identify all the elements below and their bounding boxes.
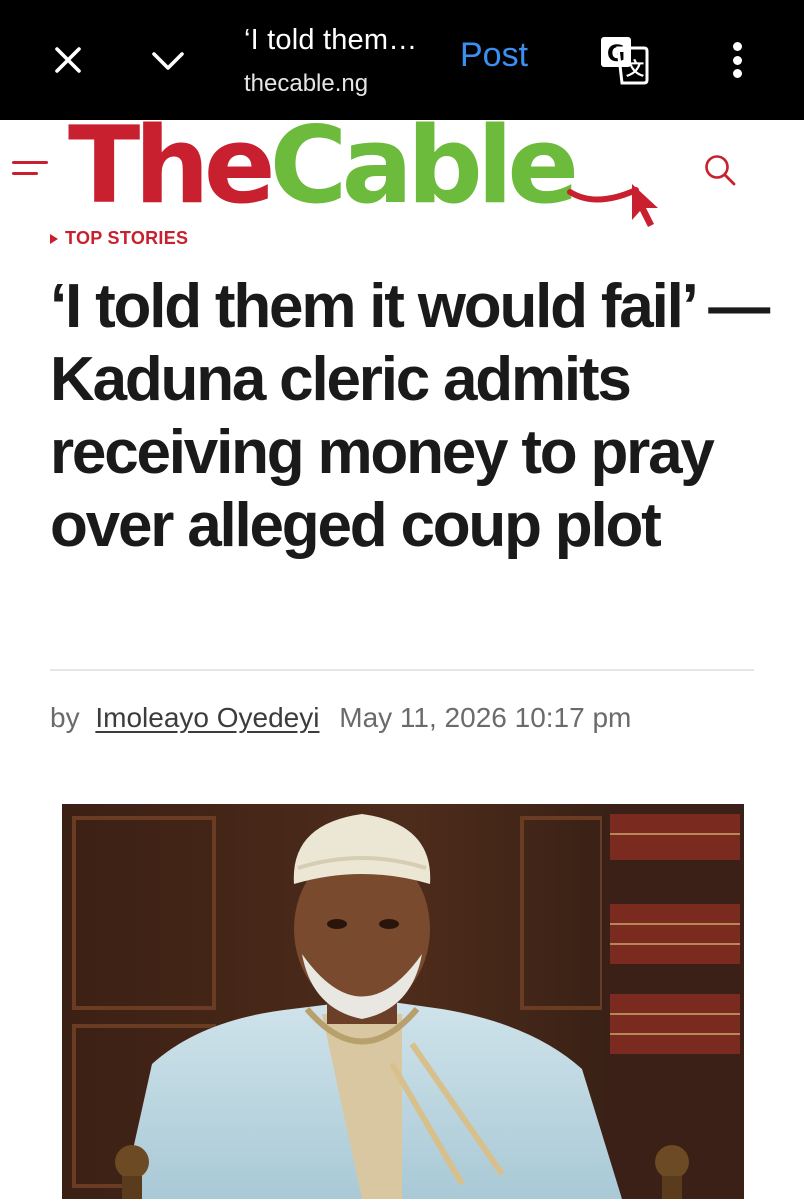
publish-date: May 11, 2026 10:17 pm (339, 702, 632, 733)
triangle-icon (50, 233, 58, 244)
byline: by Imoleayo Oyedeyi May 11, 2026 10:17 p… (50, 702, 631, 734)
logo-cable: Cable (269, 104, 579, 227)
post-button[interactable]: Post (460, 36, 528, 75)
browser-top-bar: ‘I told them… thecable.ng Post G 文 (0, 0, 804, 120)
page-title: ‘I told them… (244, 24, 418, 56)
more-vertical-icon[interactable] (722, 36, 752, 84)
author-link[interactable]: Imoleayo Oyedeyi (95, 702, 319, 733)
page-url: thecable.ng (244, 70, 369, 97)
svg-text:G: G (607, 42, 625, 67)
logo-the: The (68, 104, 276, 227)
article-photo (62, 804, 744, 1199)
chevron-down-icon[interactable] (146, 38, 190, 82)
article-headline: ‘I told them it would fail’ — Kaduna cle… (50, 272, 770, 560)
category-label[interactable]: TOP STORIES (50, 228, 188, 249)
close-icon[interactable] (46, 38, 90, 82)
svg-text:文: 文 (626, 58, 645, 80)
cleric-portrait-image (62, 804, 744, 1199)
translate-icon[interactable]: G 文 (598, 34, 650, 86)
by-label: by (50, 702, 80, 733)
hamburger-menu-icon[interactable] (12, 158, 48, 184)
search-icon[interactable] (700, 150, 740, 190)
site-logo[interactable]: TheCable (68, 104, 658, 228)
divider (50, 669, 754, 671)
logo-cursor-icon (567, 184, 658, 227)
category-text: TOP STORIES (65, 228, 189, 248)
